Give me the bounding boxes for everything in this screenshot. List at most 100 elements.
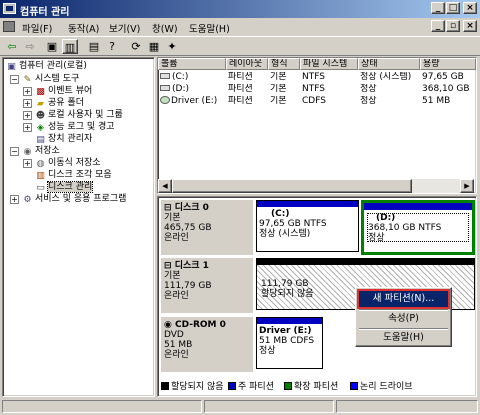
cdrom-0-label[interactable]: ◉ CD-ROM 0 DVD 51 MB 온라인 — [161, 317, 253, 372]
disk-size: 111,79 GB — [164, 281, 212, 291]
status-segment — [204, 400, 334, 413]
tree-item-services-applications[interactable]: ⚙ 서비스 및 응용 프로그램 — [22, 193, 126, 205]
tree-item-computer-management[interactable]: ▣ 컴퓨터 관리(로컬) — [6, 60, 87, 72]
tree-item-performance-logs[interactable]: ◈ 성능 로그 및 경고 — [35, 121, 115, 133]
refresh-icon[interactable]: ⟳ — [128, 39, 144, 54]
status-cell: 정상 — [360, 84, 377, 94]
type-cell: 기본 — [270, 72, 287, 82]
column-header-volume[interactable]: 볼륨 — [158, 58, 226, 70]
properties-icon[interactable]: ▤ — [86, 39, 102, 54]
expand-toggle[interactable]: + — [23, 159, 32, 168]
help-menu-item[interactable]: 도움말(H) — [359, 330, 448, 346]
tree-item-shared-folders[interactable]: ▰ 공유 폴더 — [35, 97, 84, 109]
partition-d[interactable]: (D:) 368,10 GB NTFS 정상 — [361, 200, 475, 255]
tree-item-system-tools[interactable]: ✎ 시스템 도구 — [22, 73, 80, 85]
menu-action[interactable]: 동작(A) — [68, 21, 99, 35]
show-tree-icon[interactable]: ▥ — [62, 39, 78, 54]
disk-management-icon: ▭ — [36, 183, 45, 193]
horizontal-scrollbar[interactable]: ◀ ▶ — [158, 179, 474, 193]
tree-item-defragmenter[interactable]: ▥ 디스크 조각 모음 — [35, 169, 111, 181]
maximize-button[interactable]: □ — [446, 2, 460, 14]
expand-toggle[interactable]: − — [10, 75, 19, 84]
expand-toggle[interactable]: + — [23, 87, 32, 96]
expand-toggle[interactable]: + — [23, 111, 32, 120]
child-minimize-button[interactable]: _ — [431, 20, 445, 32]
status-segment — [2, 400, 202, 413]
column-header-filesystem[interactable]: 파일 시스템 — [300, 58, 358, 70]
scroll-left-icon[interactable]: ◀ — [158, 179, 172, 193]
tree-item-event-viewer[interactable]: ▩ 이벤트 뷰어 — [35, 85, 92, 97]
type-cell: 기본 — [270, 96, 287, 106]
partition-c[interactable]: (C:) 97,65 GB NTFS 정상 (시스템) — [256, 200, 359, 252]
column-header-type[interactable]: 형식 — [268, 58, 300, 70]
cd-drive-icon: ◉ — [164, 320, 172, 330]
disk-title: CD-ROM 0 — [175, 320, 226, 330]
menu-file[interactable]: 파일(F) — [22, 21, 52, 35]
layout-cell: 파티션 — [228, 96, 253, 106]
mdi-window-icon[interactable] — [3, 21, 15, 32]
column-header-capacity[interactable]: 용량 — [420, 58, 476, 70]
help-icon[interactable]: ? — [104, 39, 120, 54]
disk-icon: ⊟ — [164, 261, 172, 271]
menu-help[interactable]: 도움말(H) — [189, 21, 230, 35]
disk-0-label[interactable]: ⊟ 디스크 0 기본 465,75 GB 온라인 — [161, 200, 253, 255]
expand-toggle[interactable]: + — [23, 123, 32, 132]
disk-state: 온라인 — [164, 291, 189, 301]
expand-toggle[interactable]: + — [23, 99, 32, 108]
type-cell: 기본 — [270, 84, 287, 94]
menu-bar: 파일(F) 동작(A) 보기(V) 창(W) 도움말(H) — [0, 18, 480, 36]
shared-folder-icon: ▰ — [37, 99, 44, 109]
partition-status: 정상 (시스템) — [259, 229, 311, 239]
new-partition-menu-item[interactable]: 새 파티션(N)... — [357, 289, 450, 309]
menu-window[interactable]: 창(W) — [152, 21, 178, 35]
partition-e[interactable]: Driver (E:) 51 MB CDFS 정상 — [256, 317, 323, 369]
column-header-layout[interactable]: 레이아웃 — [226, 58, 268, 70]
back-icon[interactable]: ⇦ — [4, 39, 20, 54]
volume-cell: Driver (E:) — [160, 96, 226, 107]
scroll-right-icon[interactable]: ▶ — [460, 179, 474, 193]
volume-cell: (D:) — [160, 84, 226, 95]
tree-item-device-manager[interactable]: ▤ 장치 관리자 — [35, 133, 92, 145]
title-bar[interactable]: 컴퓨터 관리 _ □ × — [0, 0, 480, 18]
filesystem-cell: CDFS — [302, 96, 326, 106]
partition-name: (D:) — [376, 213, 396, 223]
tree-item-disk-management[interactable]: ▭ 디스크 관리 — [35, 181, 94, 193]
tree-item-removable-storage[interactable]: ◍ 이동식 저장소 — [35, 157, 101, 169]
forward-icon[interactable]: ⇨ — [22, 39, 38, 54]
disk-1-label[interactable]: ⊟ 디스크 1 기본 111,79 GB 온라인 — [161, 258, 253, 313]
legend-item: 확장 파티션 — [284, 379, 338, 392]
disk-state: 온라인 — [164, 233, 189, 243]
capacity-cell: 368,10 GB — [422, 84, 470, 94]
tree-item-storage[interactable]: ◉ 저장소 — [22, 145, 60, 157]
minimize-button[interactable]: _ — [431, 2, 445, 14]
expand-toggle[interactable]: + — [10, 195, 19, 204]
cd-drive-icon — [160, 96, 170, 104]
tools-icon: ✎ — [23, 75, 32, 85]
tree-item-local-users[interactable]: ☻ 로컬 사용자 및 그룹 — [35, 109, 123, 121]
close-button[interactable]: × — [463, 2, 477, 14]
layout-cell: 파티션 — [228, 72, 253, 82]
partition-name: (C:) — [271, 209, 290, 219]
partition-info: 51 MB CDFS — [259, 336, 315, 346]
child-close-button[interactable]: × — [463, 20, 477, 32]
volume-cell: (C:) — [160, 72, 226, 83]
status-segment — [336, 400, 478, 413]
performance-icon: ◈ — [37, 123, 44, 133]
capacity-cell: 97,65 GB — [422, 72, 464, 82]
export-icon[interactable]: ▦ — [146, 39, 162, 54]
properties-menu-item[interactable]: 속성(P) — [359, 311, 448, 327]
app-icon — [3, 3, 16, 14]
status-cell: 정상 — [360, 96, 377, 106]
expand-toggle[interactable]: − — [10, 147, 19, 156]
legend: 할당되지 않음 주 파티션 확장 파티션 논리 드라이브 — [157, 375, 477, 392]
defrag-icon: ▥ — [36, 171, 45, 181]
drive-icon — [160, 73, 170, 79]
scroll-thumb[interactable] — [172, 179, 412, 193]
menu-view[interactable]: 보기(V) — [109, 21, 140, 35]
column-header-status[interactable]: 상태 — [358, 58, 420, 70]
settings-icon[interactable]: ✦ — [164, 39, 180, 54]
child-restore-button[interactable]: ▫ — [446, 20, 460, 32]
partition-bar — [364, 203, 472, 210]
disk-title: 디스크 1 — [174, 261, 209, 271]
up-folder-icon[interactable]: ▣ — [44, 39, 60, 54]
